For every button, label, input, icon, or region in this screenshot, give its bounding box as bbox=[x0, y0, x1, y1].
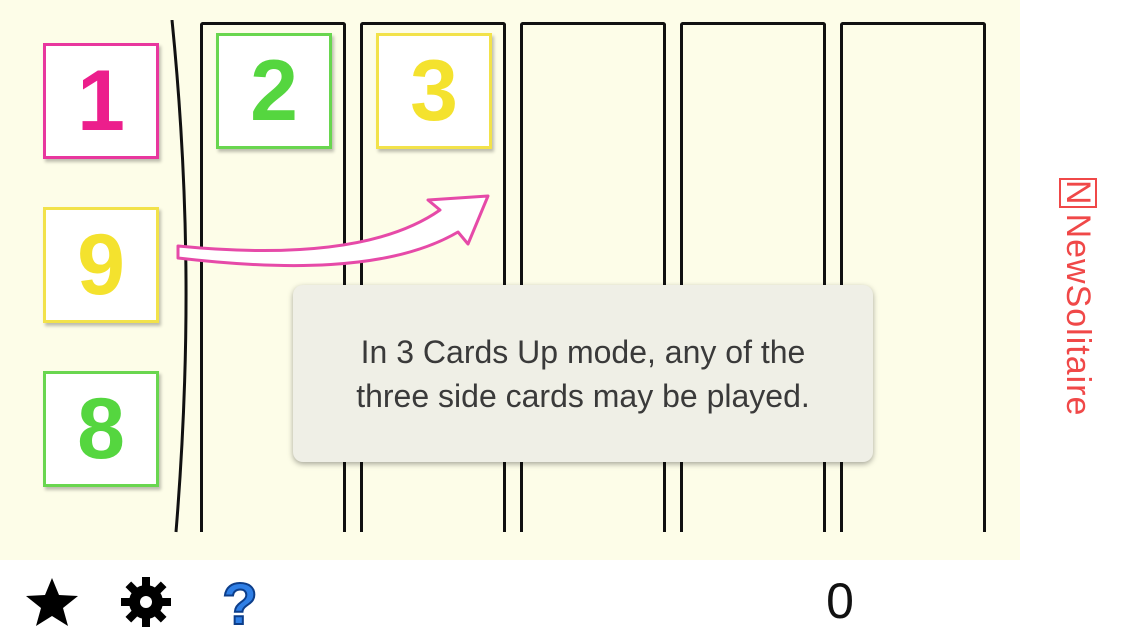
card-value: 8 bbox=[77, 381, 125, 477]
star-icon[interactable] bbox=[22, 572, 82, 632]
stock-divider bbox=[170, 20, 188, 533]
gear-icon[interactable] bbox=[116, 572, 176, 632]
card-value: 3 bbox=[410, 43, 458, 139]
tutorial-tooltip: In 3 Cards Up mode, any of the three sid… bbox=[293, 285, 873, 462]
score-counter: 0 bbox=[826, 573, 854, 629]
card-value: 1 bbox=[77, 53, 125, 149]
brand-box-letter: N bbox=[1059, 178, 1097, 208]
tooltip-text: In 3 Cards Up mode, any of the three sid… bbox=[356, 333, 810, 414]
card-value: 9 bbox=[77, 217, 125, 313]
question-icon[interactable]: ? bbox=[210, 572, 270, 632]
svg-text:?: ? bbox=[222, 572, 257, 632]
column-card-2[interactable]: 3 bbox=[376, 33, 492, 149]
side-card-3[interactable]: 8 bbox=[43, 371, 159, 487]
brand-logo: N NewSolitaire bbox=[1058, 178, 1097, 416]
card-value: 2 bbox=[250, 43, 298, 139]
brand-name: NewSolitaire bbox=[1059, 213, 1097, 417]
side-card-1[interactable]: 1 bbox=[43, 43, 159, 159]
tutorial-arrow-icon bbox=[176, 194, 490, 268]
column-card-1[interactable]: 2 bbox=[216, 33, 332, 149]
side-card-2[interactable]: 9 bbox=[43, 207, 159, 323]
